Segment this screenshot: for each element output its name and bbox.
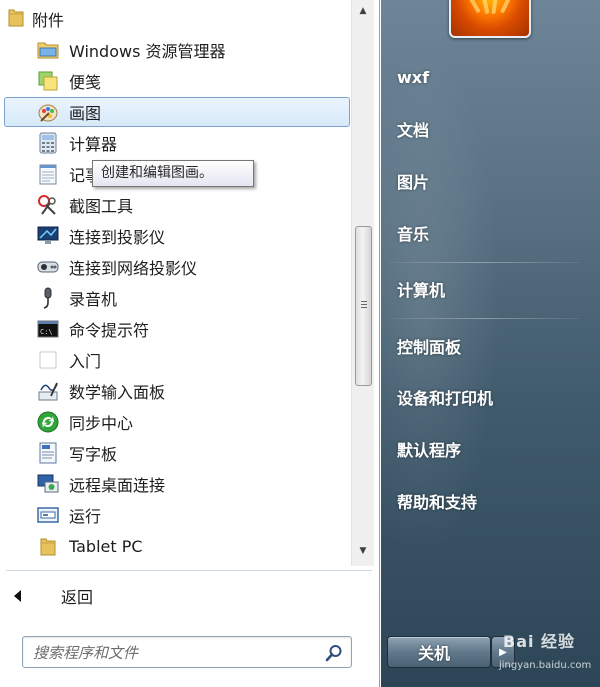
- menu-item-calculator[interactable]: 计算器: [26, 128, 346, 158]
- menu-item-cmd[interactable]: C:\ 命令提示符: [26, 314, 346, 344]
- menu-item-label: 录音机: [69, 290, 118, 309]
- math-input-icon: [36, 379, 60, 403]
- menu-item-label: 计算器: [69, 135, 118, 154]
- explorer-icon: [36, 38, 60, 62]
- menu-item-sticky-notes[interactable]: 便笺: [26, 66, 346, 96]
- menu-item-label: 运行: [69, 507, 102, 526]
- snipping-tool-icon: [36, 193, 60, 217]
- getting-started-icon: [36, 348, 60, 372]
- menu-item-label: 远程桌面连接: [69, 476, 166, 495]
- menu-item-network-projector[interactable]: 连接到网络投影仪: [26, 252, 346, 282]
- scrollbar[interactable]: ▲ ▼: [351, 0, 374, 566]
- grip-line: [361, 304, 367, 305]
- folder-icon: [8, 7, 24, 31]
- calculator-icon: [36, 131, 60, 155]
- programs-pane: 附件 Windows 资源管理器 便笺 画图 计算器 截图工具 连接到投影仪 连…: [0, 0, 380, 687]
- sticky-notes-icon: [36, 69, 60, 93]
- search-box[interactable]: [22, 636, 352, 668]
- menu-item-label: 入门: [69, 352, 102, 371]
- menu-item-sync-center[interactable]: 同步中心: [26, 407, 346, 437]
- menu-item-label: 画图: [69, 104, 102, 123]
- run-icon: [36, 503, 60, 527]
- menu-item-label: Windows 资源管理器: [69, 42, 226, 61]
- menu-item-sound-recorder[interactable]: 录音机: [26, 283, 346, 313]
- folder-accessories[interactable]: 附件: [0, 4, 340, 34]
- back-label: 返回: [61, 588, 94, 607]
- menu-item-label: 同步中心: [69, 414, 134, 433]
- menu-item-run[interactable]: 运行: [26, 500, 346, 530]
- places-pane: wxf 文档 图片 音乐 计算机 控制面板 设备和打印机 默认程序 帮助和支持 …: [381, 0, 600, 687]
- notepad-icon: [36, 162, 60, 186]
- folder-icon: [36, 534, 60, 558]
- cmd-icon: C:\: [36, 317, 60, 341]
- programs-list: 附件 Windows 资源管理器 便笺 画图 计算器 截图工具 连接到投影仪 连…: [0, 0, 350, 566]
- watermark-url: jingyan.baidu.com: [499, 660, 592, 671]
- back-arrow-icon: [14, 590, 21, 602]
- menu-item-wordpad[interactable]: 写字板: [26, 438, 346, 468]
- svg-text:C:\: C:\: [40, 328, 53, 336]
- menu-item-label: 连接到网络投影仪: [69, 259, 198, 278]
- menu-item-tablet-pc[interactable]: Tablet PC: [26, 531, 346, 561]
- right-item-help-support[interactable]: 帮助和支持: [397, 486, 477, 516]
- grip-line: [361, 301, 367, 302]
- scroll-down-icon[interactable]: ▼: [352, 542, 374, 560]
- user-name[interactable]: wxf: [397, 62, 429, 92]
- user-avatar[interactable]: [449, 0, 531, 38]
- menu-item-getting-started[interactable]: 入门: [26, 345, 346, 375]
- back-button[interactable]: 返回: [14, 582, 93, 610]
- projector-icon: [36, 224, 60, 248]
- remote-desktop-icon: [36, 472, 60, 496]
- divider: [6, 570, 372, 571]
- menu-item-remote-desktop[interactable]: 远程桌面连接: [26, 469, 346, 499]
- separator: [389, 318, 581, 319]
- shutdown-button[interactable]: 关机: [387, 636, 491, 668]
- menu-item-label: 写字板: [69, 445, 118, 464]
- right-item-devices-printers[interactable]: 设备和打印机: [397, 382, 493, 412]
- right-item-pictures[interactable]: 图片: [397, 166, 429, 196]
- scrollbar-thumb[interactable]: [355, 226, 372, 386]
- tooltip: 创建和编辑图画。: [92, 160, 254, 187]
- menu-item-label: 截图工具: [69, 197, 134, 216]
- right-item-control-panel[interactable]: 控制面板: [397, 331, 461, 361]
- sync-center-icon: [36, 410, 60, 434]
- scroll-up-icon[interactable]: ▲: [352, 2, 374, 20]
- menu-item-explorer[interactable]: Windows 资源管理器: [26, 35, 346, 65]
- menu-item-label: 数学输入面板: [69, 383, 166, 402]
- paint-icon: [36, 100, 60, 124]
- network-projector-icon: [36, 255, 60, 279]
- menu-item-label: 命令提示符: [69, 321, 150, 340]
- menu-item-projector[interactable]: 连接到投影仪: [26, 221, 346, 251]
- menu-item-label: 便笺: [69, 73, 102, 92]
- separator: [389, 262, 581, 263]
- folder-label: 附件: [32, 11, 65, 30]
- watermark: Bai 经验: [503, 632, 576, 651]
- right-item-music[interactable]: 音乐: [397, 218, 429, 248]
- menu-item-snipping-tool[interactable]: 截图工具: [26, 190, 346, 220]
- grip-line: [361, 307, 367, 308]
- menu-item-math-input[interactable]: 数学输入面板: [26, 376, 346, 406]
- microphone-icon: [36, 286, 60, 310]
- shutdown-label: 关机: [418, 644, 451, 663]
- menu-item-paint[interactable]: 画图: [4, 97, 350, 127]
- menu-item-label: Tablet PC: [69, 536, 143, 556]
- right-item-documents[interactable]: 文档: [397, 114, 429, 144]
- right-item-computer[interactable]: 计算机: [397, 274, 445, 304]
- wordpad-icon: [36, 441, 60, 465]
- menu-item-label: 连接到投影仪: [69, 228, 166, 247]
- search-input[interactable]: [33, 642, 323, 664]
- right-item-default-programs[interactable]: 默认程序: [397, 434, 461, 464]
- search-icon[interactable]: [325, 644, 343, 662]
